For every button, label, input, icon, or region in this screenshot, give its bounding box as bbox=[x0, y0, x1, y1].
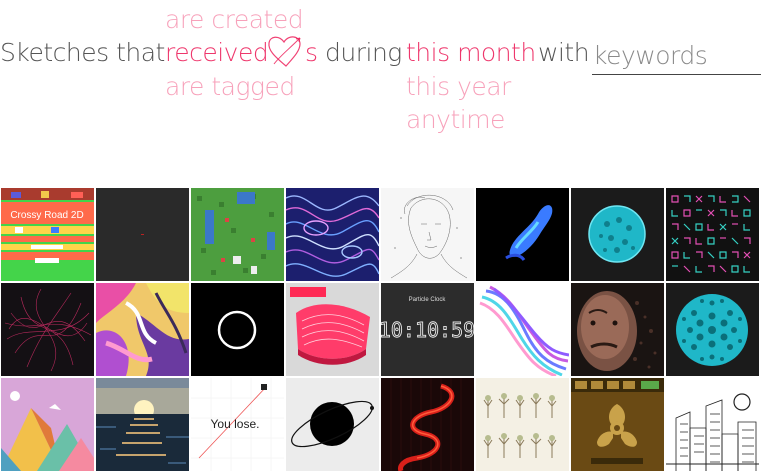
crossy-title: Crossy Road 2D bbox=[10, 210, 83, 221]
crossy-road-thumbnail: Crossy Road 2D bbox=[1, 188, 94, 281]
sketch-thumbnail[interactable] bbox=[381, 378, 474, 471]
white-ring-thumbnail bbox=[191, 283, 284, 376]
filter-header: Sketches that are created received are t… bbox=[0, 0, 761, 180]
low-poly-mountains-thumbnail bbox=[1, 378, 94, 471]
grass-map-game-thumbnail bbox=[191, 188, 284, 281]
clock-time: 10:10:59 bbox=[381, 318, 474, 342]
sketch-thumbnail[interactable] bbox=[96, 378, 189, 471]
cyan-cell-circle-thumbnail bbox=[571, 188, 664, 281]
sketch-thumbnail[interactable] bbox=[571, 378, 664, 471]
city-buildings-thumbnail bbox=[666, 378, 759, 471]
blue-flow-lines-thumbnail bbox=[286, 188, 379, 281]
ocean-sunset-thumbnail bbox=[96, 378, 189, 471]
prefix-text: Sketches that bbox=[0, 38, 165, 67]
sketch-thumbnail[interactable] bbox=[571, 283, 664, 376]
sketch-thumbnail[interactable] bbox=[476, 188, 569, 281]
sketch-thumbnail[interactable]: Crossy Road 2D bbox=[1, 188, 94, 281]
sketch-thumbnail[interactable] bbox=[571, 188, 664, 281]
heart-suffix: s bbox=[305, 38, 318, 67]
sketch-thumbnail[interactable] bbox=[1, 283, 94, 376]
you-lose-game-thumbnail: You lose. bbox=[191, 378, 284, 471]
sketch-thumbnail[interactable] bbox=[381, 188, 474, 281]
action-option-created[interactable]: are created bbox=[165, 5, 304, 34]
keywords-input[interactable] bbox=[592, 38, 761, 75]
period-option-this-year[interactable]: this year bbox=[406, 72, 511, 101]
sketch-thumbnail[interactable] bbox=[476, 378, 569, 471]
sketch-thumbnail[interactable]: You lose. bbox=[191, 378, 284, 471]
planet-ring-thumbnail bbox=[286, 378, 379, 471]
cyan-dot-circle-thumbnail bbox=[666, 283, 759, 376]
sketch-thumbnail[interactable] bbox=[96, 188, 189, 281]
sketch-thumbnail[interactable] bbox=[476, 283, 569, 376]
sketch-thumbnail[interactable] bbox=[286, 188, 379, 281]
action-option-received[interactable]: received bbox=[165, 38, 269, 67]
blue-cube-wave-thumbnail bbox=[476, 188, 569, 281]
sketch-thumbnail[interactable] bbox=[286, 283, 379, 376]
sketch-thumbnail[interactable] bbox=[191, 283, 284, 376]
particle-clock-thumbnail: Particle Clock 10:10:59 bbox=[381, 283, 474, 376]
game-over-text: You lose. bbox=[211, 417, 260, 431]
tree-sketches-thumbnail bbox=[476, 378, 569, 471]
period-option-this-month[interactable]: this month bbox=[406, 38, 536, 67]
clock-label: Particle Clock bbox=[409, 297, 447, 303]
dark-blank-thumbnail bbox=[96, 188, 189, 281]
paint-swirl-thumbnail bbox=[96, 283, 189, 376]
ribbon-swirl-thumbnail bbox=[476, 283, 569, 376]
pink-wave-surface-thumbnail bbox=[286, 283, 379, 376]
sketched-portrait-thumbnail bbox=[381, 188, 474, 281]
glyph-grid-thumbnail bbox=[666, 188, 759, 281]
sketch-thumbnail[interactable] bbox=[666, 283, 759, 376]
sketch-thumbnail[interactable] bbox=[96, 283, 189, 376]
sketch-thumbnail[interactable] bbox=[666, 188, 759, 281]
period-option-anytime[interactable]: anytime bbox=[406, 105, 505, 134]
biohazard-ui-thumbnail bbox=[571, 378, 664, 471]
with-text: with bbox=[538, 38, 590, 67]
sketch-thumbnail[interactable] bbox=[286, 378, 379, 471]
heart-icon bbox=[268, 36, 301, 67]
during-text: during bbox=[325, 38, 402, 67]
sketch-thumbnail[interactable] bbox=[666, 378, 759, 471]
pink-string-circle-thumbnail bbox=[1, 283, 94, 376]
action-option-tagged[interactable]: are tagged bbox=[165, 72, 295, 101]
sketch-thumbnail[interactable]: Particle Clock 10:10:59 bbox=[381, 283, 474, 376]
sketch-thumbnail[interactable] bbox=[1, 378, 94, 471]
particle-portrait-thumbnail bbox=[571, 283, 664, 376]
sketch-grid: Crossy Road 2D Particle Clock 10:10:59 Y… bbox=[0, 188, 761, 471]
red-squiggle-thumbnail bbox=[381, 378, 474, 471]
sketch-thumbnail[interactable] bbox=[191, 188, 284, 281]
